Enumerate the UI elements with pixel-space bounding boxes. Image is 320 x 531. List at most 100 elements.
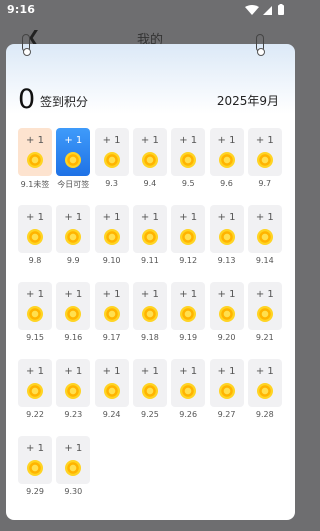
day-label: 9.23 (64, 410, 83, 419)
day-tile-future[interactable]: + 1 (94, 205, 129, 253)
reward-text: + 1 (140, 135, 159, 146)
coin-icon (256, 229, 273, 245)
reward-text: + 1 (26, 443, 44, 454)
day-tile-future[interactable]: + 1 (18, 282, 52, 330)
coin-icon (256, 383, 273, 399)
day-tile-future[interactable]: + 1 (132, 205, 167, 253)
coin-icon (27, 152, 43, 168)
battery-icon (278, 4, 284, 15)
status-bar: 9:16 (0, 0, 300, 20)
day-tile-future[interactable]: + 1 (56, 436, 91, 484)
reward-text: + 1 (179, 366, 198, 377)
day-label: 9.8 (28, 256, 42, 265)
day-cell[interactable]: + 1 9.25 (132, 359, 167, 419)
day-cell[interactable]: + 1 9.22 (18, 359, 52, 419)
day-label: 9.29 (26, 487, 44, 496)
day-tile-signed[interactable]: + 1 (18, 128, 52, 176)
day-tile-future[interactable]: + 1 (132, 359, 167, 407)
day-cell[interactable]: + 1 9.19 (171, 282, 206, 342)
day-tile-future[interactable]: + 1 (247, 282, 282, 330)
day-tile-future[interactable]: + 1 (247, 205, 282, 253)
day-label: 9.19 (179, 333, 198, 342)
day-cell[interactable]: + 1 9.15 (18, 282, 52, 342)
day-cell[interactable]: + 1 9.27 (209, 359, 244, 419)
day-cell[interactable]: + 1 9.30 (56, 436, 91, 496)
day-tile-future[interactable]: + 1 (94, 359, 129, 407)
day-tile-future[interactable]: + 1 (94, 282, 129, 330)
reward-text: + 1 (140, 366, 159, 377)
day-cell[interactable]: + 1 9.3 (94, 128, 129, 188)
coin-icon (65, 152, 82, 168)
day-label: 9.27 (217, 410, 236, 419)
day-cell[interactable]: + 1 9.10 (94, 205, 129, 265)
day-cell[interactable]: + 1 今日可签 (56, 128, 91, 189)
reward-text: + 1 (217, 212, 236, 223)
reward-text: + 1 (255, 135, 274, 146)
day-tile-future[interactable]: + 1 (132, 282, 167, 330)
day-tile-future[interactable]: + 1 (247, 359, 282, 407)
day-cell[interactable]: + 1 9.26 (171, 359, 206, 419)
day-label: 9.15 (26, 333, 44, 342)
day-cell[interactable]: + 1 9.20 (209, 282, 244, 342)
coin-icon (103, 383, 120, 399)
day-cell[interactable]: + 1 9.7 (247, 128, 282, 188)
day-tile-future[interactable]: + 1 (171, 282, 206, 330)
day-label: 9.9 (66, 256, 80, 265)
coin-icon (27, 306, 43, 322)
day-cell[interactable]: + 1 9.11 (132, 205, 167, 265)
wifi-icon (245, 5, 259, 15)
day-cell[interactable]: + 1 9.17 (94, 282, 129, 342)
day-tile-today[interactable]: + 1 (56, 128, 91, 176)
day-cell[interactable]: + 1 9.8 (18, 205, 52, 265)
day-cell[interactable]: + 1 9.6 (209, 128, 244, 188)
day-tile-future[interactable]: + 1 (209, 128, 244, 176)
day-tile-future[interactable]: + 1 (56, 359, 91, 407)
day-tile-future[interactable]: + 1 (171, 205, 206, 253)
checkin-card: 0 签到积分 2025年9月 + 1 9.1未签 + 1 今日可签 + 1 9.3 + 1 9… (6, 34, 295, 520)
day-label: 9.21 (255, 333, 274, 342)
day-cell[interactable]: + 1 9.29 (18, 436, 52, 496)
day-label: 9.14 (255, 256, 274, 265)
day-tile-future[interactable]: + 1 (209, 205, 244, 253)
status-icons (245, 4, 284, 15)
coin-icon (65, 229, 82, 245)
signal-icon (263, 6, 272, 15)
day-tile-future[interactable]: + 1 (132, 128, 167, 176)
day-tile-future[interactable]: + 1 (209, 282, 244, 330)
binder-ring-right-icon (256, 34, 265, 56)
coin-icon (27, 383, 43, 399)
day-cell[interactable]: + 1 9.1未签 (18, 128, 52, 189)
reward-text: + 1 (217, 366, 236, 377)
day-cell[interactable]: + 1 9.14 (247, 205, 282, 265)
day-cell[interactable]: + 1 9.16 (56, 282, 91, 342)
reward-text: + 1 (179, 289, 198, 300)
day-cell[interactable]: + 1 9.28 (247, 359, 282, 419)
coin-icon (218, 152, 235, 168)
reward-text: + 1 (140, 212, 159, 223)
points-label: 签到积分 (40, 95, 89, 109)
day-tile-future[interactable]: + 1 (18, 359, 52, 407)
day-cell[interactable]: + 1 9.5 (171, 128, 206, 188)
day-cell[interactable]: + 1 9.23 (56, 359, 91, 419)
day-tile-future[interactable]: + 1 (18, 205, 52, 253)
day-tile-future[interactable]: + 1 (171, 359, 206, 407)
day-tile-future[interactable]: + 1 (56, 282, 91, 330)
day-tile-future[interactable]: + 1 (94, 128, 129, 176)
day-tile-future[interactable]: + 1 (209, 359, 244, 407)
day-label: 9.30 (64, 487, 83, 496)
day-tile-future[interactable]: + 1 (56, 205, 91, 253)
reward-text: + 1 (26, 135, 44, 146)
day-cell[interactable]: + 1 9.13 (209, 205, 244, 265)
day-tile-future[interactable]: + 1 (247, 128, 282, 176)
day-tile-future[interactable]: + 1 (171, 128, 206, 176)
day-cell[interactable]: + 1 9.12 (171, 205, 206, 265)
day-tile-future[interactable]: + 1 (18, 436, 52, 484)
day-cell[interactable]: + 1 9.9 (56, 205, 91, 265)
day-cell[interactable]: + 1 9.21 (247, 282, 282, 342)
day-label: 9.7 (258, 179, 272, 188)
day-cell[interactable]: + 1 9.4 (132, 128, 167, 188)
coin-icon (141, 306, 158, 322)
day-cell[interactable]: + 1 9.18 (132, 282, 167, 342)
day-cell[interactable]: + 1 9.24 (94, 359, 129, 419)
coin-icon (141, 229, 158, 245)
